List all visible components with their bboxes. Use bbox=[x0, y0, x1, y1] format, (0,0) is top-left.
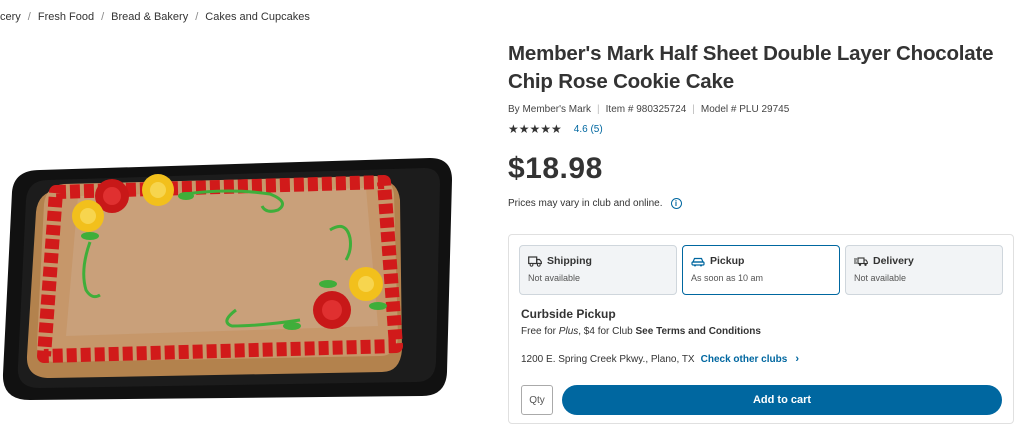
product-title-line-2: Chip Rose Cookie Cake bbox=[508, 70, 734, 93]
pickup-label: Pickup bbox=[710, 255, 745, 267]
terms-link[interactable]: See Terms and Conditions bbox=[636, 326, 761, 337]
breadcrumb-item-grocery[interactable]: cery bbox=[0, 11, 21, 23]
breadcrumb-item-bread-bakery[interactable]: Bread & Bakery bbox=[111, 11, 188, 23]
item-number: Item # 980325724 bbox=[605, 104, 687, 115]
check-other-clubs-link[interactable]: Check other clubs bbox=[701, 354, 788, 365]
breadcrumb: cery / Fresh Food / Bread & Bakery / Cakes and… bbox=[0, 11, 310, 23]
pickup-time: As soon as 10 am bbox=[691, 273, 764, 283]
rating: ★★★★★ 4.6 (5) bbox=[508, 122, 1018, 136]
model-number: Model # PLU 29745 bbox=[700, 104, 790, 115]
truck-icon bbox=[528, 255, 542, 267]
club-address: 1200 E. Spring Creek Pkwy., Plano, TX bbox=[521, 353, 695, 365]
shipping-label: Shipping bbox=[547, 255, 592, 267]
brand-link[interactable]: By Member's Mark bbox=[508, 104, 591, 115]
breadcrumb-item-fresh-food[interactable]: Fresh Food bbox=[38, 11, 94, 23]
delivery-icon bbox=[854, 256, 868, 266]
shipping-option[interactable]: Shipping Not available bbox=[519, 245, 677, 295]
add-to-cart-button[interactable]: Add to cart bbox=[562, 385, 1002, 415]
pickup-title: Curbside Pickup bbox=[521, 307, 616, 321]
info-icon[interactable]: i bbox=[670, 198, 682, 209]
delivery-status: Not available bbox=[854, 273, 907, 283]
pickup-description: Free for Plus, $4 for Club See Terms and… bbox=[521, 326, 761, 337]
quantity-input[interactable]: Qty bbox=[521, 385, 553, 415]
pickup-desc-prefix: Free for bbox=[521, 326, 559, 337]
pickup-desc-plus: Plus bbox=[558, 326, 579, 337]
pickup-car-icon bbox=[691, 257, 705, 266]
product-title-line-1: Member's Mark Half Sheet Double Layer Ch… bbox=[508, 42, 994, 65]
shipping-status: Not available bbox=[528, 273, 581, 283]
chevron-right-icon[interactable]: › bbox=[795, 353, 799, 365]
star-rating-icon: ★★★★★ bbox=[508, 122, 562, 136]
price-note-text: Prices may vary in club and online. bbox=[508, 198, 663, 209]
product-image[interactable] bbox=[0, 150, 460, 410]
club-location: 1200 E. Spring Creek Pkwy., Plano, TX Ch… bbox=[521, 353, 799, 365]
pickup-option[interactable]: Pickup As soon as 10 am bbox=[682, 245, 840, 295]
delivery-label: Delivery bbox=[873, 255, 914, 267]
breadcrumb-item-cakes-cupcakes[interactable]: Cakes and Cupcakes bbox=[205, 11, 310, 23]
delivery-option[interactable]: Delivery Not available bbox=[845, 245, 1003, 295]
product-title: Member's Mark Half Sheet Double Layer Ch… bbox=[508, 40, 1018, 96]
pickup-desc-mid: , $4 for Club bbox=[578, 326, 636, 337]
rating-link[interactable]: 4.6 (5) bbox=[574, 124, 603, 135]
fulfillment-panel: Shipping Not available Pickup As soon as… bbox=[508, 234, 1014, 424]
product-info: Member's Mark Half Sheet Double Layer Ch… bbox=[508, 40, 1018, 209]
price-note: Prices may vary in club and online. i bbox=[508, 198, 1018, 209]
product-meta: By Member's Mark | Item # 980325724 | Model … bbox=[508, 104, 790, 115]
fulfillment-options: Shipping Not available Pickup As soon as… bbox=[519, 245, 1003, 295]
price: $18.98 bbox=[508, 152, 603, 185]
